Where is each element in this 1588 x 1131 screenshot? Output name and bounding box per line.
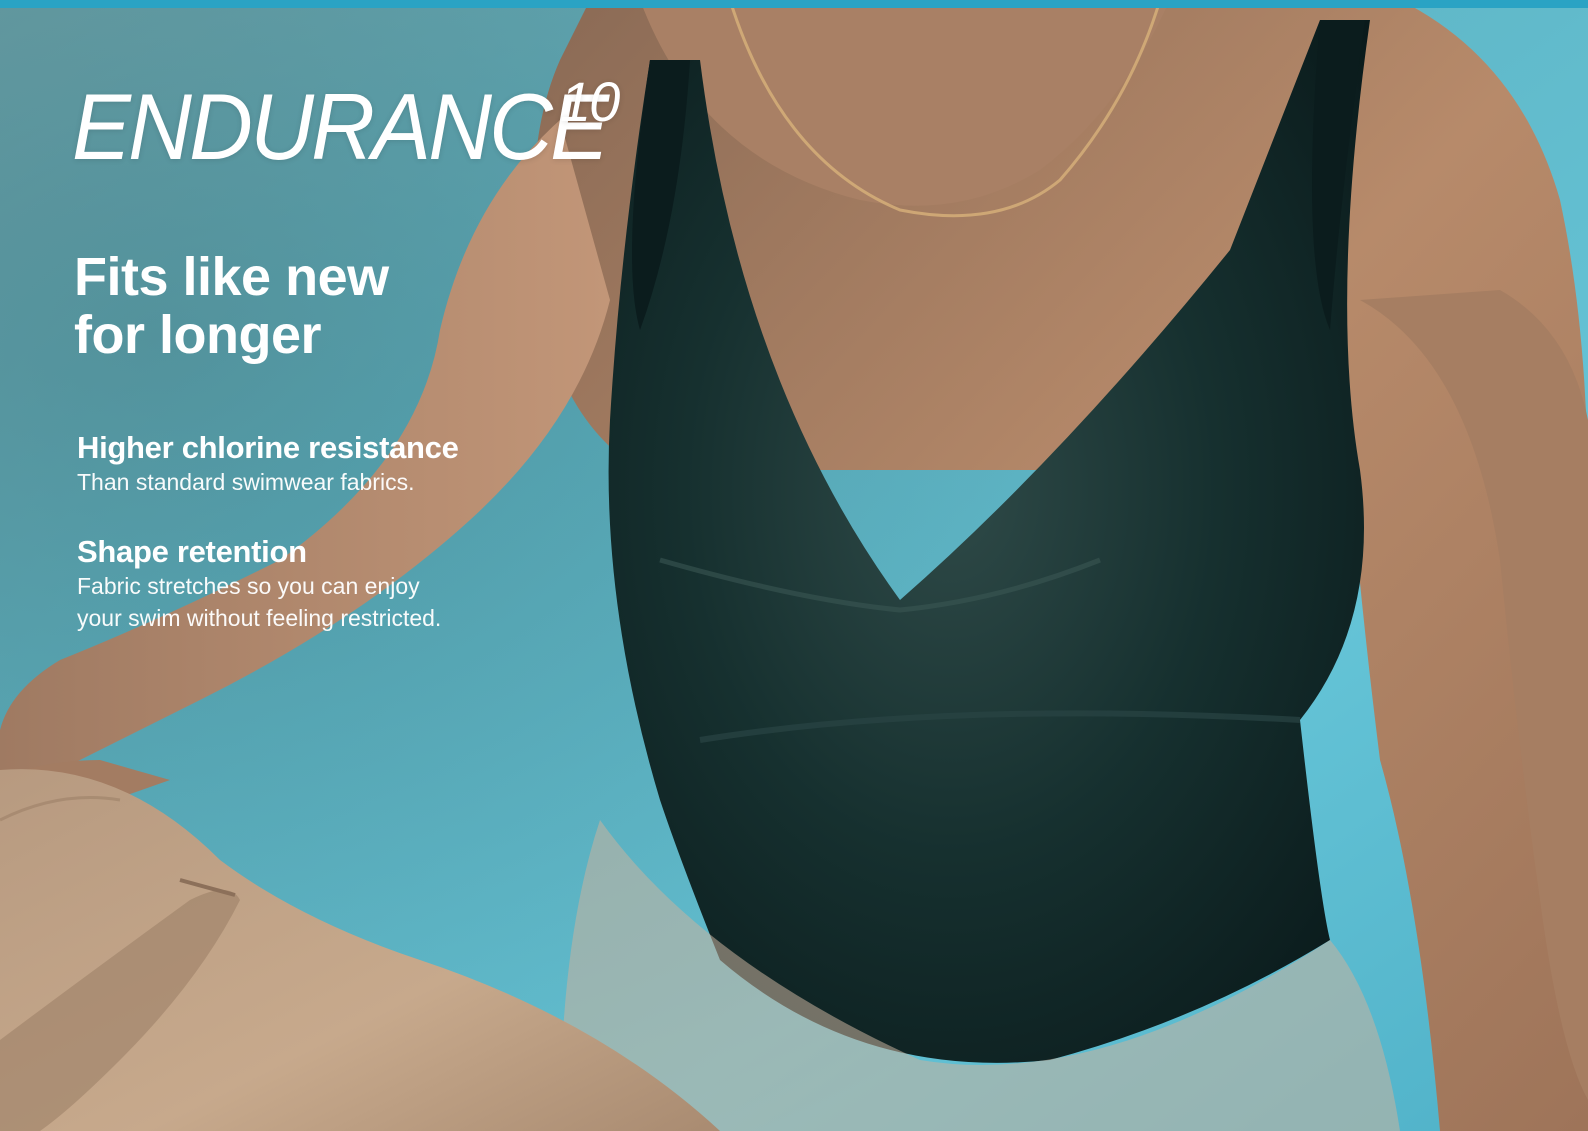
feature-description: Fabric stretches so you can enjoy your s… [77, 570, 441, 634]
feature-description-line: Fabric stretches so you can enjoy [77, 573, 420, 599]
headline-line-2: for longer [74, 305, 321, 365]
promo-copy: ENDURANCE 10 Fits like new for longer Hi… [0, 0, 700, 700]
top-accent-bar [0, 0, 1588, 8]
feature-title: Shape retention [77, 534, 307, 569]
feature-description-line: Than standard swimwear fabrics. [77, 469, 415, 495]
headline-line-1: Fits like new [74, 247, 389, 307]
brand-superscript: 10 [560, 70, 620, 133]
feature-chlorine-resistance: Higher chlorine resistance Than standard… [77, 430, 459, 498]
feature-shape-retention: Shape retention Fabric stretches so you … [77, 534, 441, 634]
brand-name: ENDURANCE [72, 74, 609, 179]
feature-description: Than standard swimwear fabrics. [77, 466, 459, 498]
feature-title: Higher chlorine resistance [77, 430, 459, 465]
brand-logo: ENDURANCE 10 [72, 74, 640, 179]
headline: Fits like new for longer [74, 248, 389, 364]
feature-description-line: your swim without feeling restricted. [77, 605, 442, 631]
